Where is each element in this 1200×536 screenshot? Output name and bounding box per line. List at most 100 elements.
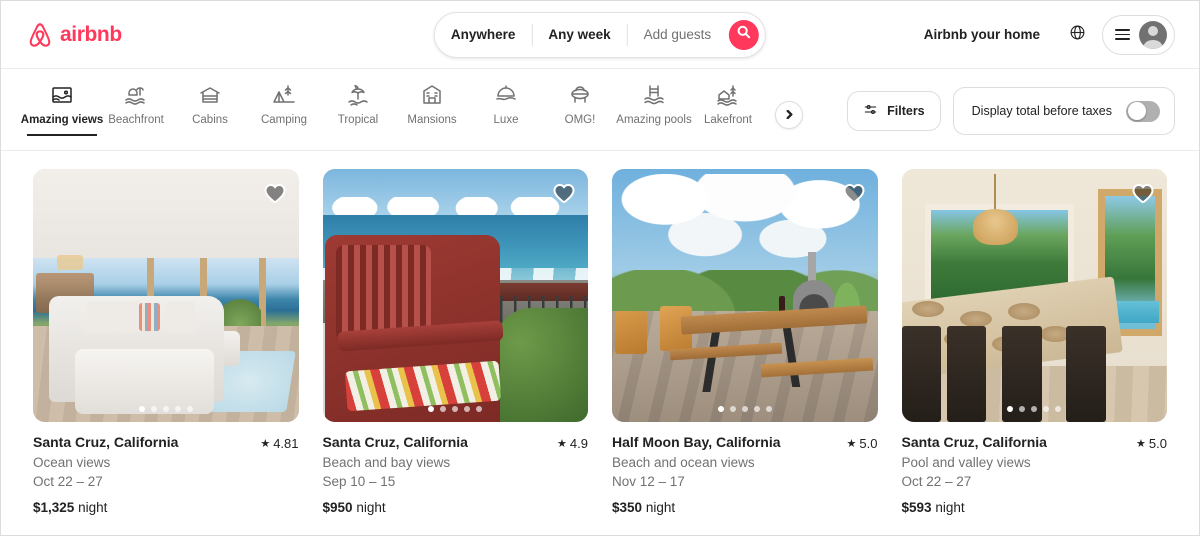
carousel-dot[interactable] [440, 406, 447, 412]
carousel-dot[interactable] [729, 406, 736, 412]
search-bar[interactable]: Anywhere Any week Add guests [433, 11, 767, 58]
listing-card[interactable]: Santa Cruz, California ★ 5.0 Pool and va… [901, 169, 1167, 515]
listing-photo-art [322, 169, 588, 422]
filters-label: Filters [887, 104, 925, 118]
airbnb-your-home-link[interactable]: Airbnb your home [912, 17, 1052, 52]
search-submit-button[interactable] [729, 19, 760, 50]
category-beachfront[interactable]: Beachfront [99, 83, 173, 136]
airbnb-logo[interactable]: airbnb [25, 19, 122, 51]
listing-price: $950 night [323, 500, 589, 515]
rating-value: 5.0 [859, 436, 878, 451]
carousel-dot[interactable] [464, 406, 471, 412]
category-lakefront[interactable]: Lakefront [691, 83, 765, 136]
price-amount: $350 [612, 499, 643, 515]
carousel-dot[interactable] [428, 406, 435, 412]
carousel-dot[interactable] [765, 406, 772, 412]
airbnb-search-page: airbnb Anywhere Any week Add guests Airb… [0, 0, 1200, 536]
category-camping[interactable]: Camping [247, 83, 321, 136]
photo-carousel-dots[interactable] [138, 406, 193, 412]
search-dates-field[interactable]: Any week [532, 12, 626, 58]
display-taxes-label: Display total before taxes [971, 104, 1112, 118]
carousel-dot[interactable] [1007, 406, 1014, 412]
carousel-dot[interactable] [186, 406, 193, 412]
rating-value: 5.0 [1148, 436, 1167, 451]
listing-title: Half Moon Bay, California [612, 434, 781, 450]
listing-meta: Santa Cruz, California ★ 4.9 Beach and b… [323, 422, 589, 515]
user-menu-button[interactable] [1102, 14, 1175, 55]
amazing-pools-icon [642, 83, 666, 107]
site-header: airbnb Anywhere Any week Add guests Airb… [1, 1, 1199, 69]
listing-dates: Nov 12 – 17 [612, 473, 685, 489]
category-cabins[interactable]: Cabins [173, 83, 247, 136]
carousel-dot[interactable] [1031, 406, 1038, 412]
carousel-dot[interactable] [138, 406, 145, 412]
price-unit: night [78, 499, 108, 515]
carousel-dot[interactable] [1043, 406, 1050, 412]
filter-toolbar: Filters Display total before taxes [847, 87, 1175, 135]
photo-carousel-dots[interactable] [428, 406, 483, 412]
carousel-dot[interactable] [150, 406, 157, 412]
listing-photo[interactable] [33, 169, 299, 422]
favorite-heart-icon[interactable] [263, 181, 287, 205]
header-actions: Airbnb your home [912, 14, 1175, 55]
carousel-dot[interactable] [1055, 406, 1062, 412]
listing-title: Santa Cruz, California [322, 434, 468, 450]
carousel-dot[interactable] [174, 406, 181, 412]
camping-icon [272, 83, 296, 107]
listing-photo[interactable] [612, 169, 878, 422]
listing-subtitle: Beach and bay views [322, 454, 451, 470]
sliders-icon [863, 102, 878, 120]
category-label: OMG! [564, 114, 596, 126]
carousel-dot[interactable] [476, 406, 483, 412]
search-location-field[interactable]: Anywhere [435, 12, 532, 58]
category-amazing-pools[interactable]: Amazing pools [616, 83, 692, 136]
price-unit: night [935, 499, 965, 515]
photo-carousel-dots[interactable] [717, 406, 772, 412]
listing-card[interactable]: Half Moon Bay, California ★ 5.0 Beach an… [612, 169, 878, 515]
category-tropical[interactable]: Tropical [321, 83, 395, 136]
listing-photo[interactable] [322, 169, 588, 422]
listing-dates: Oct 22 – 27 [901, 473, 972, 489]
mansions-icon [420, 83, 444, 107]
listing-dates: Oct 22 – 27 [33, 473, 103, 489]
listing-card[interactable]: Santa Cruz, California ★ 4.81 Ocean view… [33, 169, 299, 515]
listing-photo[interactable] [901, 169, 1167, 422]
category-label: Tropical [337, 114, 379, 126]
language-region-button[interactable] [1058, 16, 1096, 54]
carousel-dot[interactable] [717, 406, 724, 412]
favorite-heart-icon[interactable] [842, 181, 866, 205]
amazing-views-icon [50, 83, 74, 107]
filters-button[interactable]: Filters [847, 91, 941, 131]
category-label: Mansions [407, 114, 457, 126]
categories-next-button[interactable] [775, 101, 803, 129]
category-luxe[interactable]: Luxe [469, 83, 543, 136]
listing-price: $1,325 night [33, 500, 299, 515]
category-label: Amazing views [20, 114, 104, 126]
category-omg[interactable]: OMG! [543, 83, 617, 136]
category-amazing-views[interactable]: Amazing views [21, 83, 103, 136]
listing-card[interactable]: Santa Cruz, California ★ 4.9 Beach and b… [322, 169, 589, 515]
search-guests-field[interactable]: Add guests [628, 12, 728, 58]
carousel-dot[interactable] [753, 406, 760, 412]
omg-icon [568, 83, 592, 107]
carousel-dot[interactable] [741, 406, 748, 412]
listing-photo-art [612, 169, 878, 422]
photo-carousel-dots[interactable] [1007, 406, 1062, 412]
price-amount: $1,325 [33, 499, 75, 515]
listing-rating: ★ 4.81 [260, 436, 298, 451]
lakefront-icon [716, 83, 740, 107]
listing-title: Santa Cruz, California [901, 434, 1047, 450]
favorite-heart-icon[interactable] [552, 181, 576, 205]
chevron-right-icon [785, 106, 794, 124]
star-icon: ★ [846, 438, 857, 450]
carousel-dot[interactable] [1019, 406, 1026, 412]
beachfront-icon [124, 83, 148, 107]
carousel-dot[interactable] [452, 406, 459, 412]
favorite-heart-icon[interactable] [1131, 181, 1155, 205]
listing-rating: ★ 5.0 [1136, 436, 1167, 451]
display-total-before-taxes-toggle[interactable]: Display total before taxes [952, 87, 1175, 135]
category-mansions[interactable]: Mansions [395, 83, 469, 136]
listing-photo-art [901, 169, 1167, 422]
carousel-dot[interactable] [162, 406, 169, 412]
taxes-switch[interactable] [1126, 100, 1160, 122]
